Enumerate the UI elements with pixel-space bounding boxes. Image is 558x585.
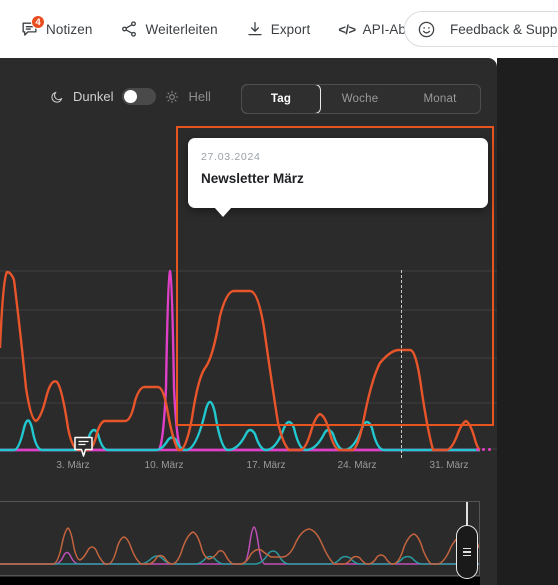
download-icon — [246, 20, 264, 38]
range-selector-right-handle[interactable] — [456, 525, 478, 579]
tooltip-notch — [214, 207, 232, 217]
tooltip-title: Newsletter März — [201, 171, 304, 186]
share-icon — [120, 20, 138, 38]
chart-series-magenta — [0, 269, 480, 452]
granularity-option-tag[interactable]: Tag — [242, 85, 321, 113]
feedback-support-label: Feedback & Support — [450, 21, 558, 37]
theme-toggle-knob — [124, 90, 138, 103]
granularity-option-woche[interactable]: Woche — [320, 85, 400, 113]
export-button[interactable]: Export — [240, 12, 317, 46]
x-tick-label: 17. März — [246, 460, 286, 471]
notizen-badge: 4 — [31, 14, 45, 29]
notizen-button[interactable]: 4 Notizen — [14, 12, 98, 46]
series-trailing-dots — [476, 448, 491, 451]
note-bubble-icon: 4 — [20, 14, 45, 39]
theme-light-label: Hell — [188, 89, 211, 104]
handle-grip-icon — [463, 547, 471, 557]
x-tick-label: 24. März — [337, 460, 377, 471]
moon-icon — [50, 90, 64, 104]
theme-switch[interactable]: Dunkel Hell — [50, 88, 211, 105]
x-tick-label: 10. März — [144, 460, 184, 471]
range-selector-chart[interactable] — [0, 501, 480, 576]
export-label: Export — [270, 21, 311, 37]
tooltip-date: 27.03.2024 — [201, 151, 261, 163]
chart-controls-row: Dunkel Hell Tag Woche Monat — [0, 84, 497, 122]
brush-series-magenta — [0, 526, 479, 565]
feedback-support-button[interactable]: Feedback & Support — [404, 11, 558, 47]
main-chart-svg — [0, 269, 497, 452]
top-toolbar: 4 Notizen Weiterleiten Export </> API-Ab… — [0, 0, 558, 58]
smiley-icon — [417, 20, 436, 39]
range-selector-svg — [0, 526, 479, 565]
theme-dark-label: Dunkel — [73, 89, 114, 104]
chart-note-marker[interactable] — [73, 436, 94, 458]
chart-series-orange — [0, 270, 481, 452]
app-root: 4 Notizen Weiterleiten Export </> API-Ab… — [0, 0, 558, 585]
notizen-label: Notizen — [46, 21, 93, 37]
weiterleiten-label: Weiterleiten — [145, 21, 218, 37]
weiterleiten-button[interactable]: Weiterleiten — [114, 12, 223, 46]
x-tick-label: 31. März — [429, 460, 469, 471]
panel-right-gutter — [497, 58, 558, 585]
sun-icon — [165, 90, 179, 104]
granularity-option-monat[interactable]: Monat — [400, 85, 480, 113]
theme-toggle[interactable] — [122, 88, 157, 105]
chart-gridlines — [0, 270, 497, 450]
chart-x-axis: 3. März 10. März 17. März 24. März 31. M… — [0, 460, 497, 478]
main-chart-plot[interactable] — [0, 258, 497, 458]
code-icon: </> — [338, 21, 356, 37]
tooltip-crosshair-line — [401, 270, 402, 458]
range-selector-window[interactable] — [0, 577, 480, 585]
annotation-tooltip-card[interactable]: 27.03.2024 Newsletter März — [188, 138, 488, 208]
granularity-segmented-control: Tag Woche Monat — [241, 84, 481, 114]
x-tick-label: 3. März — [56, 460, 90, 471]
